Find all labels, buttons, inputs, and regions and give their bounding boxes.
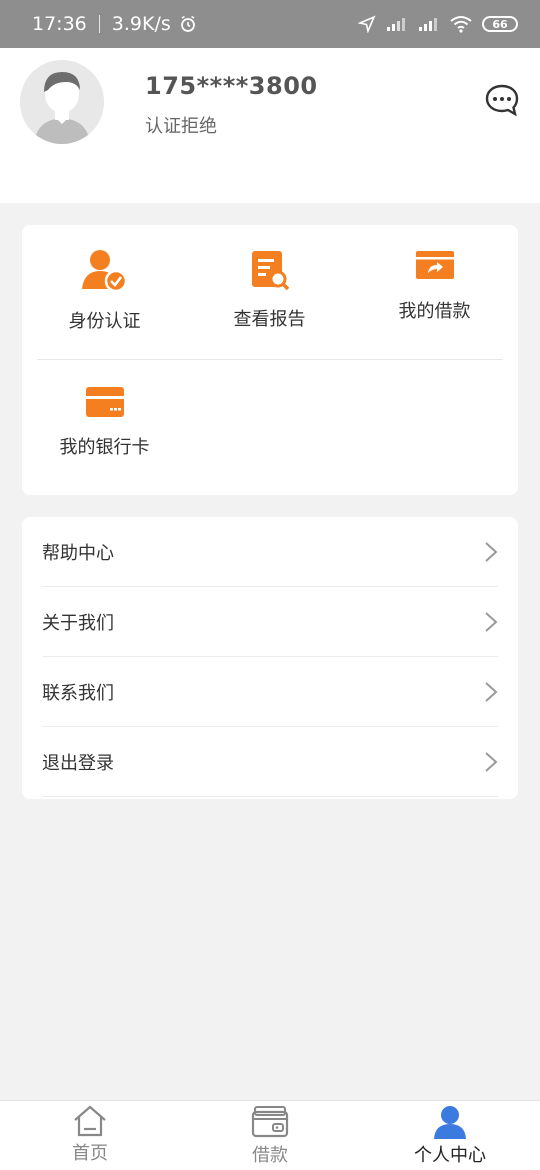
- tab-home[interactable]: 首页: [0, 1101, 180, 1170]
- menu-item-about[interactable]: 关于我们: [42, 587, 498, 657]
- alarm-icon: [180, 15, 195, 32]
- avatar-person-icon: [20, 60, 104, 144]
- location-icon: [358, 15, 376, 33]
- menu-item-label: 联系我们: [42, 682, 114, 704]
- message-icon[interactable]: [484, 82, 520, 118]
- grid-item-bank-card[interactable]: 我的银行卡: [22, 385, 187, 459]
- chevron-right-icon: [485, 751, 498, 772]
- report-search-icon: [251, 251, 289, 291]
- chevron-right-icon: [485, 681, 498, 702]
- signal-icon-1: [387, 18, 405, 31]
- user-check-icon: [81, 250, 127, 293]
- status-bar: 17:36 3.9K/s 66: [0, 0, 540, 48]
- grid-item-label: 查看报告: [233, 309, 306, 330]
- battery-icon: 66: [482, 16, 518, 32]
- grid-item-label: 我的借款: [398, 301, 471, 322]
- menu-item-label: 退出登录: [42, 752, 114, 774]
- bank-card-icon: [85, 387, 124, 417]
- chevron-right-icon: [485, 611, 498, 632]
- wallet-icon: [251, 1106, 289, 1138]
- auth-status: 认证拒绝: [145, 116, 217, 137]
- network-speed: 3.9K/s: [111, 13, 171, 35]
- user-phone: 175****3800: [145, 72, 318, 100]
- tab-label: 借款: [252, 1145, 288, 1166]
- grid-item-label: 身份认证: [68, 311, 141, 332]
- loan-card-icon: [415, 251, 454, 279]
- status-separator: [98, 15, 100, 33]
- tab-label: 个人中心: [414, 1145, 486, 1166]
- tab-label: 首页: [72, 1143, 108, 1164]
- menu-item-label: 关于我们: [42, 612, 114, 634]
- chevron-right-icon: [485, 541, 498, 562]
- tab-profile[interactable]: 个人中心: [360, 1101, 540, 1170]
- wifi-icon: [450, 16, 472, 33]
- battery-level: 66: [492, 17, 508, 31]
- tab-loan[interactable]: 借款: [180, 1101, 360, 1170]
- menu-item-label: 帮助中心: [42, 542, 114, 564]
- grid-divider: [37, 359, 503, 360]
- menu-item-contact[interactable]: 联系我们: [42, 657, 498, 727]
- profile-header: 175****3800 认证拒绝: [0, 48, 540, 203]
- home-icon: [74, 1105, 106, 1137]
- person-icon: [434, 1106, 466, 1139]
- menu-list: 帮助中心 关于我们 联系我们 退出登录: [22, 517, 518, 799]
- grid-item-identity[interactable]: 身份认证: [22, 249, 187, 333]
- menu-item-logout[interactable]: 退出登录: [42, 727, 498, 797]
- grid-item-report[interactable]: 查看报告: [187, 249, 352, 331]
- status-time: 17:36: [32, 13, 87, 35]
- menu-item-help[interactable]: 帮助中心: [42, 517, 498, 587]
- bottom-tab-bar: 首页 借款 个人中心: [0, 1100, 540, 1170]
- grid-item-label: 我的银行卡: [59, 437, 150, 458]
- function-grid: 身份认证 查看报告 我的借款 我的银行卡: [22, 225, 518, 495]
- grid-item-loans[interactable]: 我的借款: [352, 249, 517, 323]
- signal-icon-2: [419, 18, 437, 31]
- avatar[interactable]: [20, 60, 104, 144]
